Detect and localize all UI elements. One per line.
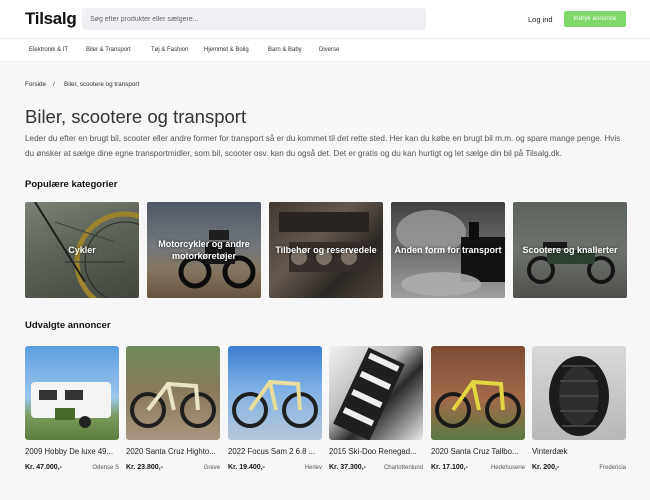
listing-price: Kr. 17.100,-	[431, 464, 468, 471]
listing-price: Kr. 23.800,-	[126, 464, 163, 471]
listing-price: Kr. 37.300,-	[329, 464, 366, 471]
listing-price: Kr. 47.000,-	[25, 464, 62, 471]
nav-item-hjemmet[interactable]: Hjemmet & Bolig	[204, 47, 249, 53]
category-tile-scootere[interactable]: Scootere og knallerter	[513, 202, 627, 298]
breadcrumb-home[interactable]: Forside	[25, 81, 46, 88]
popular-categories-heading: Populære kategorier	[25, 179, 118, 190]
tile-label: Motorcykler og andre motorkøretøjer	[158, 239, 250, 261]
tile-label: Scootere og knallerter	[522, 245, 618, 255]
page-title: Biler, scootere og transport	[25, 106, 247, 127]
listing-location: Greve	[203, 465, 220, 471]
listing-card[interactable]: 2015 Ski-Doo Renegad... Kr. 37.300,- Cha…	[329, 346, 423, 476]
category-tile-motorcykler[interactable]: Motorcykler og andre motorkøretøjer	[147, 202, 261, 298]
listing-title: 2009 Hobby De luxe 49...	[25, 447, 113, 456]
listing-price: Kr. 19.400,-	[228, 464, 265, 471]
nav-item-barn[interactable]: Barn & Baby	[268, 47, 302, 53]
tire-photo-icon	[532, 346, 626, 440]
nav-item-toj[interactable]: Tøj & Fashion	[151, 47, 188, 53]
listing-location: Herlev	[304, 465, 322, 471]
tile-label: Anden form for transport	[394, 245, 502, 255]
tile-label: Cykler	[68, 245, 96, 255]
create-listing-button[interactable]: Indryk annonce	[564, 11, 626, 27]
listing-location: Fredericia	[599, 465, 626, 471]
listing-card[interactable]: 2020 Santa Cruz Highto... Kr. 23.800,- G…	[126, 346, 220, 476]
listing-title: 2020 Santa Cruz Tallbo...	[431, 447, 519, 456]
listing-title: 2020 Santa Cruz Highto...	[126, 447, 216, 456]
category-tile-tilbehor[interactable]: Tilbehør og reservedele	[269, 202, 383, 298]
listing-card[interactable]: 2020 Santa Cruz Tallbo... Kr. 17.100,- H…	[431, 346, 525, 476]
category-tile-anden[interactable]: Anden form for transport	[391, 202, 505, 298]
listing-card[interactable]: Vinterdæk Kr. 200,- Fredericia	[532, 346, 626, 476]
listing-price: Kr. 200,-	[532, 464, 560, 471]
featured-listings-heading: Udvalgte annoncer	[25, 320, 111, 331]
listing-location: Charlottenlund	[383, 465, 423, 471]
search-input[interactable]	[82, 8, 426, 30]
mountain-bike-photo-icon	[126, 346, 220, 440]
mountain-bike-photo-icon	[228, 346, 322, 440]
top-header: Tilsalg Log ind Indryk annonce	[0, 0, 650, 38]
listing-title: Vinterdæk	[532, 447, 568, 456]
listing-location: Odense S	[92, 465, 119, 471]
listing-location: Hedehusene	[490, 465, 525, 471]
nav-item-elektronik[interactable]: Elektronik & IT	[29, 47, 68, 53]
category-tile-cykler[interactable]: Cykler	[25, 202, 139, 298]
mountain-bike-photo-icon	[431, 346, 525, 440]
nav-item-biler[interactable]: Biler & Transport	[86, 47, 131, 53]
listing-card[interactable]: 2022 Focus Sam 2 6.8 ... Kr. 19.400,- He…	[228, 346, 322, 476]
listing-title: 2015 Ski-Doo Renegad...	[329, 447, 417, 456]
breadcrumb-current: Biler, scootere og transport	[64, 81, 140, 88]
nav-item-diverse[interactable]: Diverse	[319, 47, 339, 53]
login-link[interactable]: Log ind	[528, 15, 553, 24]
intro-text: Leder du efter en brugt bil, scooter ell…	[25, 134, 621, 158]
tile-label: Tilbehør og reservedele	[275, 245, 377, 255]
category-nav: Elektronik & IT Biler & Transport Tøj & …	[0, 38, 650, 62]
listing-card[interactable]: 2009 Hobby De luxe 49... Kr. 47.000,- Od…	[25, 346, 119, 476]
breadcrumb-separator: /	[53, 81, 55, 88]
site-logo[interactable]: Tilsalg	[25, 9, 77, 29]
caravan-photo-icon	[25, 346, 119, 440]
snowmobile-track-photo-icon	[329, 346, 423, 440]
listing-title: 2022 Focus Sam 2 6.8 ...	[228, 447, 316, 456]
